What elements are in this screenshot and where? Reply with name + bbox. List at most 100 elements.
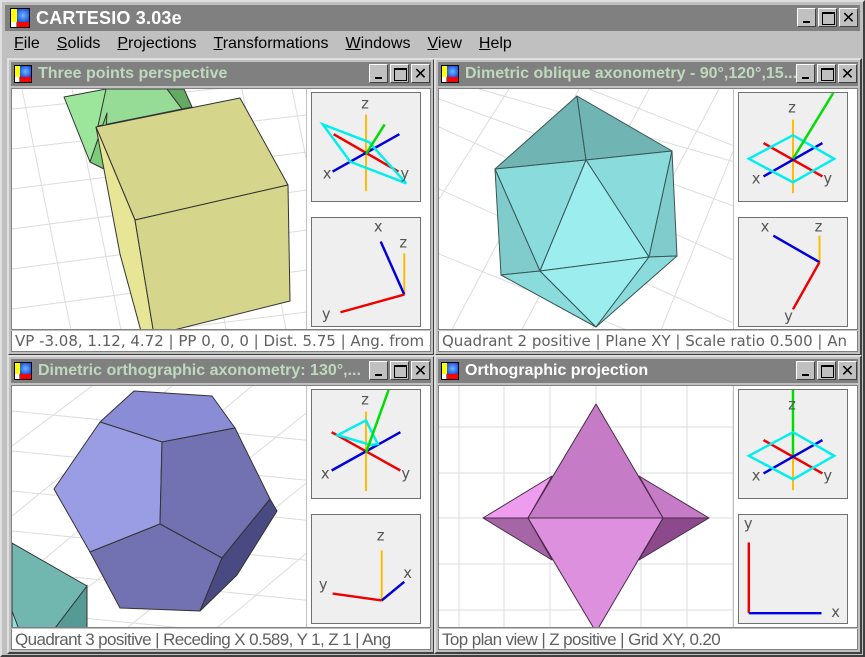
app-maximize-button[interactable] [818, 8, 837, 27]
z-label: z [361, 96, 369, 113]
axis-gizmo-2d: z x y [311, 514, 421, 624]
y-axis-line [791, 261, 821, 310]
stellated-octahedron-solid [482, 403, 710, 627]
x-axis-line [380, 580, 406, 602]
viewport-canvas[interactable] [439, 386, 742, 627]
z-label: z [815, 219, 823, 236]
window-maximize-button[interactable] [390, 361, 409, 380]
window-maximize-button[interactable] [817, 64, 836, 83]
window-three-points-perspective[interactable]: Three points perspective ✕ z x y x z y V… [7, 58, 435, 356]
menu-windows[interactable]: Windows [337, 35, 419, 53]
viewport-svg [12, 386, 315, 627]
window-maximize-button[interactable] [817, 361, 836, 380]
y-label: y [823, 170, 832, 187]
z-label: z [361, 392, 369, 409]
window-body: z x y y x [438, 385, 858, 628]
x-label: x [374, 219, 383, 236]
x-label: x [752, 170, 761, 187]
x-label: x [323, 165, 332, 182]
y-label: y [784, 308, 793, 325]
axis-gizmo-3d: z x y [738, 92, 848, 202]
axis-gizmo-2d: x z y [311, 217, 421, 327]
window-titlebar[interactable]: Dimetric oblique axonometry - 90°,120°,1… [438, 62, 858, 86]
menu-file[interactable]: File [5, 35, 48, 53]
window-status-bar: Top plan view | Z positive | Grid XY, 0.… [438, 629, 858, 650]
window-dimetric-orthographic-axonometry[interactable]: Dimetric orthographic axonometry: 130°,.… [7, 355, 435, 654]
app-logo-icon[interactable] [10, 8, 30, 28]
viewport-canvas[interactable] [12, 386, 315, 627]
window-status-bar: VP -3.08, 1.12, 4.72 | PP 0, 0, 0 | Dist… [11, 331, 431, 352]
app-title: CARTESIO 3.03e [36, 7, 182, 28]
menu-projections[interactable]: Projections [108, 35, 204, 53]
window-logo-icon[interactable] [441, 362, 459, 380]
z-label: z [788, 100, 796, 117]
window-titlebar[interactable]: Dimetric orthographic axonometry: 130°,.… [11, 359, 431, 383]
viewport-canvas[interactable] [12, 89, 315, 329]
axis-gizmo-2d: x z y [738, 217, 848, 327]
menu-bar: File Solids Projections Transformations … [5, 32, 860, 56]
viewport-svg [439, 386, 742, 627]
axis-panel: z x y y x [733, 386, 857, 627]
window-close-button[interactable]: ✕ [838, 361, 857, 380]
z-label: z [399, 234, 407, 251]
y-label: y [823, 467, 832, 484]
axis-panel: z x y z x y [306, 386, 430, 627]
axis-panel: z x y x z y [306, 89, 430, 329]
window-minimize-button[interactable] [369, 64, 388, 83]
window-title: Three points perspective [38, 65, 228, 82]
window-titlebar[interactable]: Orthographic projection ✕ [438, 359, 858, 383]
window-minimize-button[interactable] [796, 361, 815, 380]
app-titlebar[interactable]: CARTESIO 3.03e ✕ [5, 5, 860, 31]
window-titlebar[interactable]: Three points perspective ✕ [11, 62, 431, 86]
window-orthographic-projection[interactable]: Orthographic projection ✕ z x y y x Top … [434, 355, 862, 654]
menu-view[interactable]: View [418, 35, 469, 53]
mdi-client-area: Three points perspective ✕ z x y x z y V… [7, 58, 862, 654]
y-label: y [401, 465, 410, 482]
window-logo-icon[interactable] [14, 65, 32, 83]
window-title: Dimetric oblique axonometry - 90°,120°,1… [465, 65, 798, 82]
x-label: x [403, 565, 412, 582]
window-title: Dimetric orthographic axonometry: 130°,.… [38, 362, 361, 379]
window-title: Orthographic projection [465, 362, 649, 379]
menu-solids[interactable]: Solids [48, 35, 109, 53]
window-close-button[interactable]: ✕ [411, 64, 430, 83]
app-close-button[interactable]: ✕ [839, 8, 858, 27]
axis-panel: z x y x z y [733, 89, 857, 329]
window-status-bar: Quadrant 3 positive | Receding X 0.589, … [11, 629, 431, 650]
x-label: x [752, 467, 761, 484]
z-label: z [377, 528, 385, 545]
window-close-button[interactable]: ✕ [411, 361, 430, 380]
window-close-button[interactable]: ✕ [838, 64, 857, 83]
viewport-svg [12, 89, 315, 329]
menu-help[interactable]: Help [470, 35, 520, 53]
icosahedron-solid [494, 95, 678, 328]
y-axis-line [340, 293, 405, 314]
app-minimize-button[interactable] [797, 8, 816, 27]
app-window: CARTESIO 3.03e ✕ File Solids Projections… [0, 0, 865, 657]
window-minimize-button[interactable] [796, 64, 815, 83]
window-maximize-button[interactable] [390, 64, 409, 83]
y-label: y [319, 577, 328, 594]
z-label: z [788, 397, 796, 414]
x-label: x [761, 219, 770, 236]
y-label: y [400, 165, 409, 182]
window-logo-icon[interactable] [14, 362, 32, 380]
window-status-bar: Quadrant 2 positive | Plane XY | Scale r… [438, 331, 858, 352]
y-label: y [322, 306, 331, 323]
x-label: x [321, 465, 330, 482]
x-label: x [831, 604, 840, 621]
y-axis-line [332, 592, 382, 602]
window-body: z x y z x y [11, 385, 431, 628]
axis-gizmo-3d: z x y [311, 92, 421, 202]
window-minimize-button[interactable] [369, 361, 388, 380]
teal-solid-partial [12, 542, 88, 627]
window-dimetric-oblique-axonometry[interactable]: Dimetric oblique axonometry - 90°,120°,1… [434, 58, 862, 356]
window-body: z x y x z y [11, 88, 431, 330]
axis-gizmo-3d: z x y [311, 389, 421, 499]
window-logo-icon[interactable] [441, 65, 459, 83]
menu-transformations[interactable]: Transformations [205, 35, 337, 53]
x-axis-line [772, 234, 821, 264]
plane-outline [334, 418, 380, 447]
viewport-canvas[interactable] [439, 89, 742, 329]
viewport-svg [439, 89, 742, 329]
